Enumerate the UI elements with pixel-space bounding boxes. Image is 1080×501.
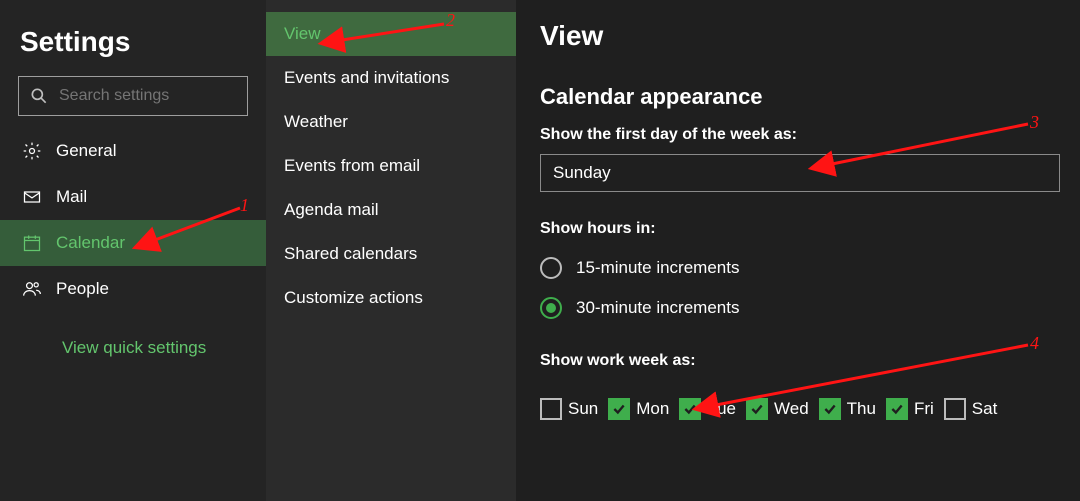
checkbox-icon <box>819 398 841 420</box>
day-label: Sat <box>972 399 998 419</box>
checkbox-icon <box>540 398 562 420</box>
settings-title: Settings <box>20 26 266 58</box>
day-tue[interactable]: Tue <box>679 398 736 420</box>
view-quick-settings-link[interactable]: View quick settings <box>62 338 206 358</box>
subnav-item-shared-calendars[interactable]: Shared calendars <box>266 232 516 276</box>
people-icon <box>22 279 42 299</box>
first-day-select[interactable]: Sunday <box>540 154 1060 192</box>
radio-icon <box>540 257 562 279</box>
sidebar-item-calendar[interactable]: Calendar <box>0 220 266 266</box>
day-fri[interactable]: Fri <box>886 398 934 420</box>
calendar-subnav: View Events and invitations Weather Even… <box>266 0 516 501</box>
day-label: Wed <box>774 399 809 419</box>
view-settings-panel: View Calendar appearance Show the first … <box>516 0 1080 501</box>
day-thu[interactable]: Thu <box>819 398 876 420</box>
sidebar-item-label: People <box>56 279 109 299</box>
settings-sidebar: Settings General Mail <box>0 0 266 501</box>
page-title: View <box>540 20 1080 52</box>
radio-30-min[interactable]: 30-minute increments <box>540 288 1080 328</box>
sidebar-item-mail[interactable]: Mail <box>0 174 266 220</box>
checkbox-icon <box>679 398 701 420</box>
day-sun[interactable]: Sun <box>540 398 598 420</box>
gear-icon <box>22 141 42 161</box>
subnav-item-view[interactable]: View <box>266 12 516 56</box>
radio-label: 15-minute increments <box>576 258 739 278</box>
checkbox-icon <box>886 398 908 420</box>
day-sat[interactable]: Sat <box>944 398 998 420</box>
first-day-label: Show the first day of the week as: <box>540 126 1080 144</box>
day-label: Thu <box>847 399 876 419</box>
subnav-item-customize-actions[interactable]: Customize actions <box>266 276 516 320</box>
mail-icon <box>22 187 42 207</box>
sidebar-item-general[interactable]: General <box>0 128 266 174</box>
search-input-wrap[interactable] <box>18 76 248 116</box>
radio-icon <box>540 297 562 319</box>
search-icon <box>29 86 49 106</box>
day-mon[interactable]: Mon <box>608 398 669 420</box>
checkbox-icon <box>944 398 966 420</box>
section-calendar-appearance: Calendar appearance <box>540 84 1080 110</box>
subnav-item-events-invitations[interactable]: Events and invitations <box>266 56 516 100</box>
show-hours-label: Show hours in: <box>540 220 1080 238</box>
checkbox-icon <box>746 398 768 420</box>
radio-label: 30-minute increments <box>576 298 739 318</box>
day-label: Tue <box>707 399 736 419</box>
subnav-item-weather[interactable]: Weather <box>266 100 516 144</box>
subnav-item-events-from-email[interactable]: Events from email <box>266 144 516 188</box>
checkbox-icon <box>608 398 630 420</box>
subnav-item-agenda-mail[interactable]: Agenda mail <box>266 188 516 232</box>
search-input[interactable] <box>59 87 266 105</box>
day-label: Mon <box>636 399 669 419</box>
day-label: Fri <box>914 399 934 419</box>
radio-15-min[interactable]: 15-minute increments <box>540 248 1080 288</box>
day-label: Sun <box>568 399 598 419</box>
day-wed[interactable]: Wed <box>746 398 809 420</box>
sidebar-item-label: Mail <box>56 187 87 207</box>
sidebar-item-label: Calendar <box>56 233 125 253</box>
sidebar-item-people[interactable]: People <box>0 266 266 312</box>
calendar-icon <box>22 233 42 253</box>
first-day-value: Sunday <box>553 163 611 183</box>
work-week-label: Show work week as: <box>540 352 1080 370</box>
work-week-days: Sun Mon Tue Wed Thu Fri Sat <box>540 398 1080 420</box>
sidebar-item-label: General <box>56 141 116 161</box>
